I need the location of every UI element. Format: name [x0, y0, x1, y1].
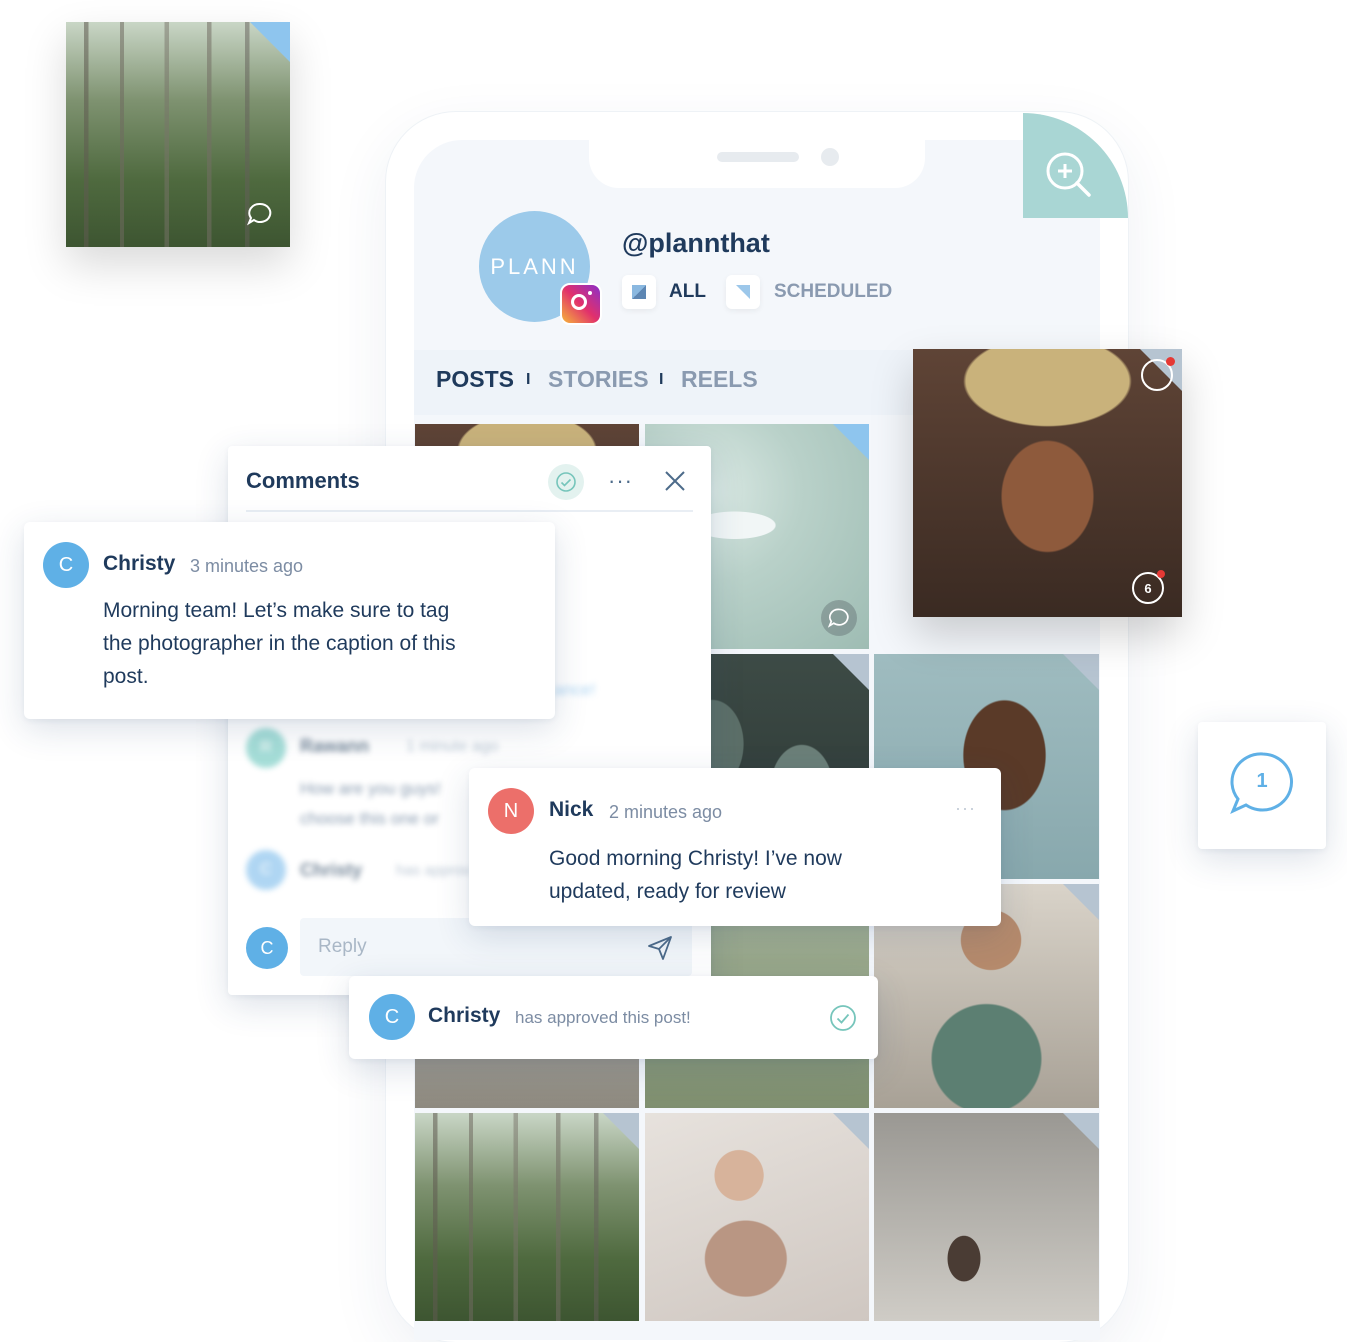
- corner-tag: [1063, 884, 1099, 920]
- approver-avatar: C: [369, 994, 415, 1040]
- comment-count-icon[interactable]: 6: [1132, 570, 1165, 604]
- approval-card: C Christy has approved this post!: [349, 976, 878, 1059]
- blurred-fragment: ance!: [554, 680, 596, 699]
- scheduled-corner-tag: [250, 22, 290, 62]
- comment-count: 6: [1144, 580, 1152, 596]
- phone-notch: [589, 140, 925, 188]
- avatar: R: [246, 728, 286, 768]
- tab-stories[interactable]: STORIES: [548, 366, 649, 393]
- grid-photo-woman-pose[interactable]: [645, 1113, 869, 1321]
- comment-text: How are you guys! choose this one or: [300, 779, 441, 828]
- corner-tag: [833, 1113, 869, 1149]
- comment-time: 1 minute ago: [406, 738, 499, 755]
- comment-time: has approv: [396, 862, 471, 879]
- filter-scheduled-label: SCHEDULED: [774, 281, 893, 302]
- commenter-avatar: C: [43, 542, 89, 588]
- filter-all-label: ALL: [669, 281, 706, 302]
- tab-posts[interactable]: POSTS: [436, 366, 514, 393]
- send-icon[interactable]: [646, 934, 674, 962]
- floating-forest-photo[interactable]: [66, 22, 290, 247]
- comment-card-christy[interactable]: C Christy 3 minutes ago Morning team! Le…: [24, 522, 555, 719]
- camera: [821, 148, 839, 166]
- grid-photo-forest[interactable]: [415, 1113, 639, 1321]
- approval-text: has approved this post!: [515, 1008, 691, 1027]
- corner-tag: [603, 1113, 639, 1149]
- more-options-icon[interactable]: ···: [608, 468, 633, 494]
- comment-time: 3 minutes ago: [190, 556, 304, 576]
- zoom-in-icon: [1046, 152, 1091, 197]
- corner-tag: [1063, 1113, 1099, 1149]
- comment-icon[interactable]: [246, 200, 274, 228]
- commenter-name: Nick: [549, 798, 594, 821]
- scheduled-filter-icon: [726, 275, 760, 309]
- approver-name: Christy: [428, 1004, 501, 1027]
- comment-author: Rawann: [300, 736, 370, 756]
- commenter-name: Christy: [103, 552, 176, 575]
- notification-icon[interactable]: [1141, 357, 1175, 391]
- comment-icon[interactable]: [821, 600, 857, 636]
- comment-card-nick[interactable]: N Nick 2 minutes ago ··· Good morning Ch…: [469, 768, 1001, 926]
- instagram-icon: [560, 283, 602, 325]
- tab-separator-2: I: [659, 371, 664, 388]
- tab-separator-1: I: [526, 371, 531, 388]
- floating-hat-photo[interactable]: 6: [913, 349, 1182, 617]
- approve-check-button[interactable]: [548, 464, 584, 500]
- more-options-icon[interactable]: ···: [955, 798, 976, 819]
- corner-tag: [1063, 654, 1099, 690]
- comments-title: Comments: [246, 468, 360, 493]
- close-icon[interactable]: [664, 470, 686, 492]
- filter-scheduled[interactable]: SCHEDULED: [726, 274, 892, 310]
- comment-count-badge: 1: [1256, 770, 1268, 792]
- filter-all[interactable]: ALL: [622, 274, 706, 310]
- panel-divider: [246, 510, 693, 512]
- floating-comment-bubble[interactable]: 1: [1198, 722, 1326, 849]
- tab-reels[interactable]: REELS: [681, 366, 758, 393]
- zoom-button[interactable]: [1023, 113, 1128, 218]
- commenter-avatar: N: [488, 788, 534, 834]
- speaker: [717, 152, 799, 162]
- all-filter-icon: [622, 275, 656, 309]
- reply-input[interactable]: Reply: [300, 918, 692, 976]
- comment-time: 2 minutes ago: [609, 802, 723, 822]
- comment-author: Christy: [300, 860, 363, 880]
- check-circle-icon: [830, 1005, 856, 1031]
- blurred-approval: C Christy has approv: [246, 850, 486, 894]
- scheduled-corner-tag: [833, 424, 869, 460]
- reply-avatar: C: [246, 927, 288, 969]
- avatar: C: [246, 850, 286, 890]
- corner-tag: [833, 654, 869, 690]
- profile-handle: @plannthat: [622, 228, 770, 258]
- profile-logo-text: PLANN: [490, 253, 579, 279]
- reply-placeholder: Reply: [318, 936, 367, 957]
- grid-photo-wall[interactable]: [874, 1113, 1099, 1321]
- check-circle-icon: [556, 472, 576, 492]
- comment-text: Good morning Christy! I’ve now updated, …: [549, 847, 842, 903]
- comment-text: Morning team! Let’s make sure to tag the…: [103, 599, 456, 688]
